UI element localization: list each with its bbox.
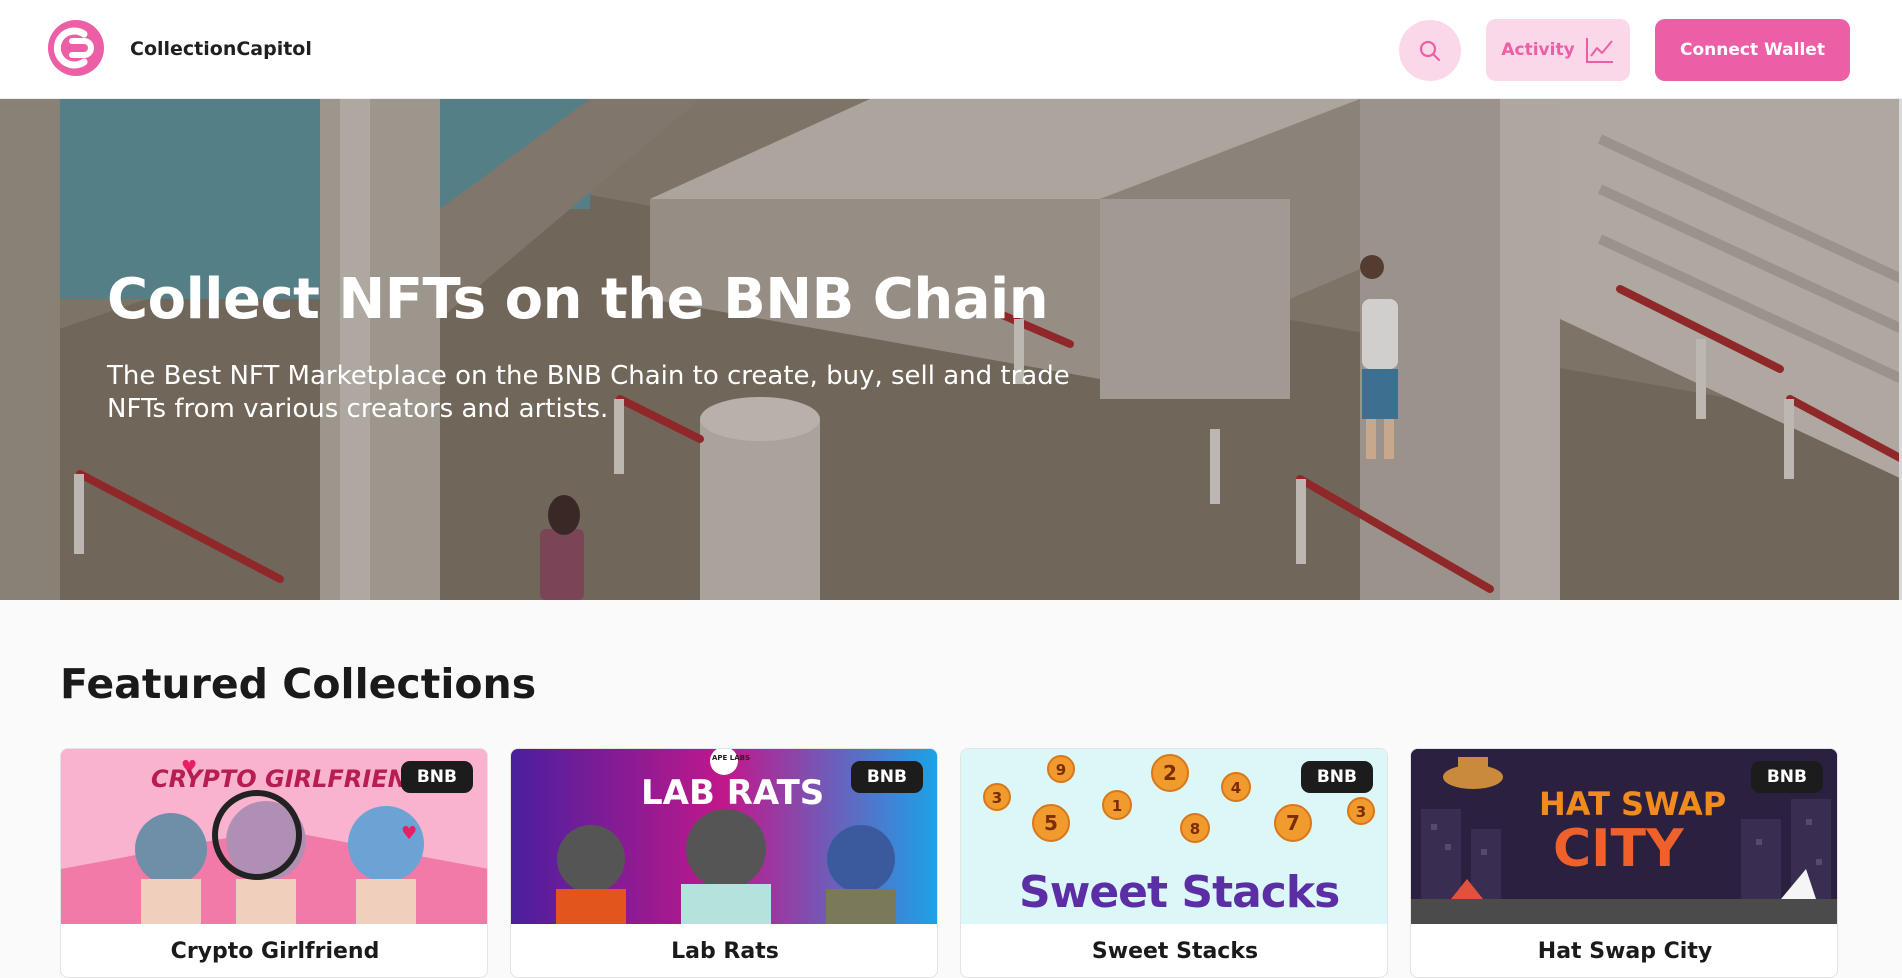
svg-text:4: 4 [1231,779,1241,797]
svg-text:5: 5 [1044,811,1058,835]
collection-name: Lab Rats [671,939,779,964]
svg-text:2: 2 [1163,761,1177,785]
hero-subtitle: The Best NFT Marketplace on the BNB Chai… [107,361,1070,424]
art-title: HAT SWAP [1539,785,1727,823]
chain-badge: BNB [1750,761,1823,793]
search-icon [1419,40,1441,62]
collection-card-lab-rats[interactable]: LAB RATS APE LABS BNB Lab Rats [510,748,938,978]
collection-name: Hat Swap City [1537,939,1713,964]
art-title: Sweet Stacks [1019,867,1340,918]
svg-text:9: 9 [1056,761,1066,779]
activity-label: Activity [1501,40,1575,60]
svg-text:8: 8 [1190,820,1200,838]
hero-banner: Collect NFTs on the BNB Chain The Best N… [0,99,1902,600]
collection-name: Crypto Girlfriend [170,939,380,964]
collection-card-crypto-girlfriend[interactable]: ♥ ♥ CRYPTO GIRLFRIEND BNB Crypto Girlfri… [60,748,488,978]
chain-badge: BNB [1300,761,1373,793]
chart-line-icon [1585,38,1613,63]
svg-text:♥: ♥ [401,823,417,844]
featured-collections-title: Featured Collections [60,660,537,708]
connect-wallet-button[interactable]: Connect Wallet [1655,19,1850,81]
hero-title: Collect NFTs on the BNB Chain [107,267,1049,332]
svg-text:3: 3 [992,789,1002,807]
chain-badge: BNB [850,761,923,793]
art-title: CRYPTO GIRLFRIEND [151,765,428,793]
art-title-line2: CITY [1553,819,1684,879]
svg-text:3: 3 [1356,803,1366,821]
hero-overlay [0,99,1902,600]
logo-icon[interactable] [48,20,104,76]
art-small-label: APE LABS [712,754,751,762]
art-title: LAB RATS [641,773,825,813]
search-button[interactable] [1399,20,1461,81]
brand-name[interactable]: CollectionCapitol [130,38,312,60]
activity-button[interactable]: Activity [1486,19,1630,81]
collection-name: Sweet Stacks [1091,939,1259,964]
svg-text:1: 1 [1112,797,1122,815]
top-header: CollectionCapitol Activity Connect Walle… [0,0,1902,99]
collection-card-sweet-stacks[interactable]: 3 9 5 1 2 8 4 7 3 Sweet Stacks BNB Sweet… [960,748,1388,978]
chain-badge: BNB [400,761,473,793]
svg-text:7: 7 [1286,811,1300,835]
collection-card-hat-swap-city[interactable]: HAT SWAP CITY BNB Hat Swap City [1410,748,1838,978]
